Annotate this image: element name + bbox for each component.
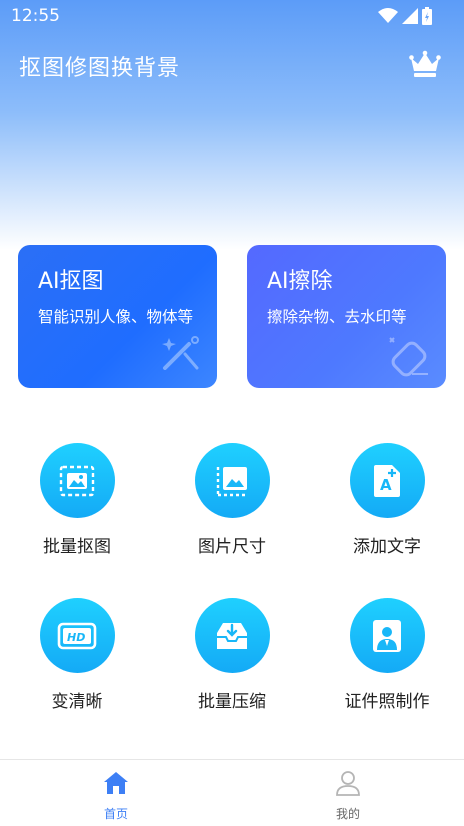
- wifi-icon: [378, 8, 398, 23]
- nav-label-profile: 我的: [335, 807, 360, 821]
- tool-circle: [349, 598, 425, 673]
- tool-label: 图片尺寸: [198, 537, 266, 557]
- tool-circle: [194, 598, 270, 673]
- ai-erase-card[interactable]: AI擦除 擦除杂物、去水印等: [247, 245, 446, 388]
- compress-icon: [217, 622, 247, 649]
- tool-label: 变清晰: [51, 692, 103, 712]
- tool-label: 添加文字: [353, 537, 421, 557]
- hd-icon: HD: [57, 622, 97, 649]
- tool-batch-compress[interactable]: 批量压缩: [167, 598, 297, 712]
- crown-icon[interactable]: [409, 50, 441, 78]
- header-background: [0, 0, 464, 250]
- tool-label: 批量抠图: [43, 537, 111, 557]
- tool-enhance[interactable]: HD 变清晰: [12, 598, 142, 712]
- add-text-icon: A: [374, 464, 400, 497]
- page-title: 抠图修图换背景: [19, 56, 181, 81]
- user-icon: [336, 771, 360, 796]
- tool-id-photo[interactable]: 证件照制作: [322, 598, 452, 712]
- svg-text:HD: HD: [67, 631, 85, 644]
- nav-label-home: 首页: [103, 807, 128, 821]
- tool-label: 证件照制作: [344, 692, 430, 712]
- card-subtitle: 擦除杂物、去水印等: [267, 308, 407, 326]
- status-bar: 12:55: [0, 0, 464, 32]
- status-icons: [378, 7, 432, 25]
- image-size-icon: [216, 466, 247, 496]
- card-title: AI擦除: [267, 269, 333, 294]
- svg-text:A: A: [380, 476, 392, 494]
- tool-circle: [194, 443, 270, 518]
- tool-circle: A: [349, 443, 425, 518]
- tool-add-text[interactable]: A 添加文字: [322, 443, 452, 557]
- home-icon: [104, 772, 128, 794]
- bottom-nav: 首页 我的: [0, 759, 464, 826]
- battery-icon: [422, 7, 432, 25]
- id-photo-icon: [373, 619, 401, 652]
- tool-image-size[interactable]: 图片尺寸: [167, 443, 297, 557]
- status-time: 12:55: [11, 6, 60, 26]
- tool-circle: HD: [39, 598, 115, 673]
- card-title: AI抠图: [38, 269, 104, 294]
- batch-cutout-icon: [59, 465, 95, 496]
- magic-wand-icon: [162, 336, 199, 370]
- nav-home[interactable]: 首页: [0, 760, 232, 826]
- nav-profile[interactable]: 我的: [232, 760, 464, 826]
- tool-label: 批量压缩: [198, 692, 266, 712]
- tool-circle: [39, 443, 115, 518]
- signal-icon: [402, 8, 418, 24]
- eraser-icon: [389, 337, 428, 377]
- card-subtitle: 智能识别人像、物体等: [38, 308, 194, 326]
- ai-cutout-card[interactable]: AI抠图 智能识别人像、物体等: [18, 245, 217, 388]
- tool-batch-cutout[interactable]: 批量抠图: [12, 443, 142, 557]
